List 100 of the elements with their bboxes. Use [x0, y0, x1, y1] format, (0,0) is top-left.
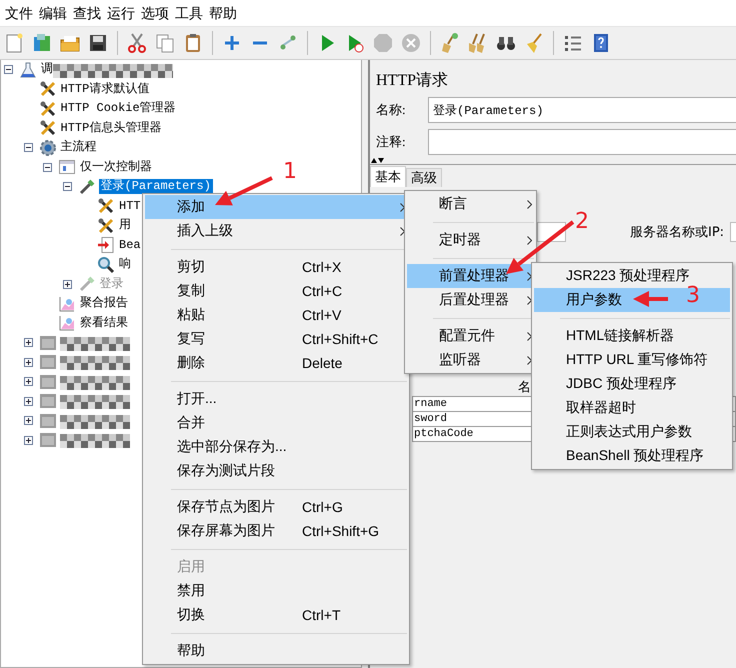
comment-field[interactable] [428, 129, 736, 155]
expand-toggle[interactable] [24, 338, 32, 348]
popup-menu-item[interactable]: 打开... [145, 387, 407, 411]
chart-icon [58, 294, 76, 313]
popup-menu-item[interactable]: 复制 Ctrl+C [145, 279, 407, 303]
collapse-toggle[interactable] [43, 162, 52, 172]
collapse-toggle[interactable] [62, 182, 72, 192]
tree-node-label[interactable]: HTTP请求默认值 [60, 82, 150, 97]
shortcut-label: Ctrl+C [302, 283, 342, 299]
popup-menu-item[interactable]: 前置处理器 [407, 264, 534, 288]
save-icon[interactable] [87, 32, 109, 54]
popup-menu-item[interactable]: 删除 Delete [145, 351, 407, 375]
popup-menu-item[interactable]: 帮助 [145, 639, 407, 663]
popup-menu-item[interactable]: 剪切 Ctrl+X [145, 255, 407, 279]
popup-menu-item[interactable]: 保存为测试片段 [145, 459, 407, 483]
shortcut-label: Ctrl+Shift+C [302, 331, 378, 347]
collapse-toggle[interactable] [24, 143, 32, 152]
popup-menu-item[interactable]: HTTP URL 重写修饰符 [534, 348, 730, 372]
table-cell: rname [412, 396, 532, 412]
copy-icon[interactable] [154, 32, 176, 54]
popup-menu-item[interactable]: 取样器超时 [534, 396, 730, 420]
shortcut-label: Ctrl+G [302, 499, 343, 515]
popup-menu-item[interactable]: 保存节点为图片 Ctrl+G [145, 495, 407, 519]
popup-menu-item[interactable]: 保存屏幕为图片 Ctrl+Shift+G [145, 519, 407, 543]
collapse-toggle[interactable] [4, 65, 13, 74]
expand-toggle[interactable] [24, 396, 32, 406]
menu-bar-item[interactable]: 选项 [138, 3, 172, 23]
tree-node-label[interactable]: 用 [118, 218, 131, 234]
annotation-number: 2 [575, 210, 589, 234]
tree-node-label[interactable]: 调 [40, 62, 53, 78]
chart-icon [58, 314, 76, 332]
menu-bar-item[interactable]: 帮助 [206, 3, 240, 23]
field-label: 服务器名称或IP: [630, 224, 724, 241]
tools-icon [38, 119, 56, 138]
popup-menu-item[interactable]: 粘贴 Ctrl+V [145, 303, 407, 327]
popup-menu-item[interactable]: 合并 [145, 411, 407, 435]
tree-node-label[interactable]: 登录(Parameters) [98, 179, 213, 194]
tree-node-label[interactable]: HTT [118, 198, 141, 214]
popup-menu-item[interactable]: 配置元件 [407, 324, 534, 348]
tree-node-label[interactable]: Bea [118, 238, 141, 253]
annotation-arrow [215, 176, 273, 206]
tab[interactable]: 基本 [370, 166, 406, 187]
field-label: 名称: [375, 101, 407, 119]
popup-menu-item[interactable]: 选中部分保存为... [145, 435, 407, 459]
panel-title: HTTP请求 [376, 70, 449, 91]
name-field[interactable]: 登录(Parameters) [428, 97, 736, 123]
tab[interactable]: 高级 [406, 168, 442, 187]
pipette-icon [78, 275, 96, 294]
tree-node-label[interactable]: 聚合报告 [79, 296, 128, 312]
menu-bar-item[interactable]: 文件 [2, 3, 36, 23]
popup-menu-item[interactable]: JDBC 预处理程序 [534, 372, 730, 396]
popup-menu-item[interactable]: 正则表达式用户参数 [534, 420, 730, 444]
expand-toggle[interactable] [24, 436, 32, 445]
expand-toggle[interactable] [24, 377, 32, 386]
templates-icon[interactable] [31, 32, 53, 54]
broom-icon[interactable] [439, 32, 461, 54]
tree-node-label[interactable]: HTTP Cookie管理器 [60, 101, 176, 116]
blurred-icon [38, 392, 56, 410]
shortcut-label: Ctrl+X [302, 259, 342, 275]
shortcut-label: Ctrl+T [302, 607, 340, 623]
blurred-icon [38, 334, 56, 352]
document-arrow-icon [97, 236, 115, 254]
window-icon [58, 158, 76, 176]
tools-icon [97, 216, 115, 235]
splitter-arrows-icon[interactable] [370, 157, 384, 164]
popup-menu-item[interactable]: 断言 [407, 192, 534, 216]
blurred-icon [38, 353, 56, 372]
popup-menu-item[interactable]: 监听器 [407, 348, 534, 372]
tree-node-label[interactable]: 主流程 [60, 140, 96, 156]
blurred-icon [38, 431, 56, 450]
tree-node-label[interactable]: HTTP信息头管理器 [60, 120, 162, 136]
popup-menu-item[interactable]: 后置处理器 [407, 288, 534, 312]
tools-icon [38, 100, 56, 118]
popup-menu-item[interactable]: 插入上级 [145, 219, 407, 243]
tools-icon [97, 197, 115, 216]
popup-menu-item[interactable]: BeanShell 预处理程序 [534, 444, 730, 468]
tree-node-label[interactable]: 响 [118, 257, 131, 272]
popup-menu-item[interactable]: HTML链接解析器 [534, 324, 730, 348]
popup-menu-item[interactable]: 切换 Ctrl+T [145, 603, 407, 627]
expand-toggle[interactable] [24, 416, 32, 426]
shortcut-label: Delete [302, 355, 342, 371]
menu-bar-item[interactable]: 工具 [172, 3, 206, 23]
magnifier-icon [97, 256, 115, 274]
tree-node-label[interactable]: 仅一次控制器 [79, 160, 152, 175]
popup-menu-item[interactable]: 禁用 [145, 579, 407, 603]
blurred-icon [38, 412, 56, 430]
menu-bar-item[interactable]: 运行 [104, 3, 138, 23]
popup-menu-item[interactable]: 添加 [145, 195, 407, 219]
popup-menu-item[interactable]: 定时器 [407, 228, 534, 252]
annotation-number: 1 [283, 160, 297, 184]
annotation-arrow [633, 291, 668, 307]
table-cell: sword [412, 412, 532, 426]
cut-icon[interactable] [126, 32, 148, 54]
menu-bar-item[interactable]: 查找 [70, 3, 104, 23]
table-cell: ptchaCode [412, 426, 532, 442]
menu-bar-item[interactable]: 编辑 [36, 3, 70, 23]
flask-icon [19, 60, 37, 79]
expand-toggle[interactable] [24, 358, 32, 367]
popup-menu-item[interactable]: 复写 Ctrl+Shift+C [145, 327, 407, 351]
tree-node-label[interactable]: 察看结果 [79, 316, 128, 331]
